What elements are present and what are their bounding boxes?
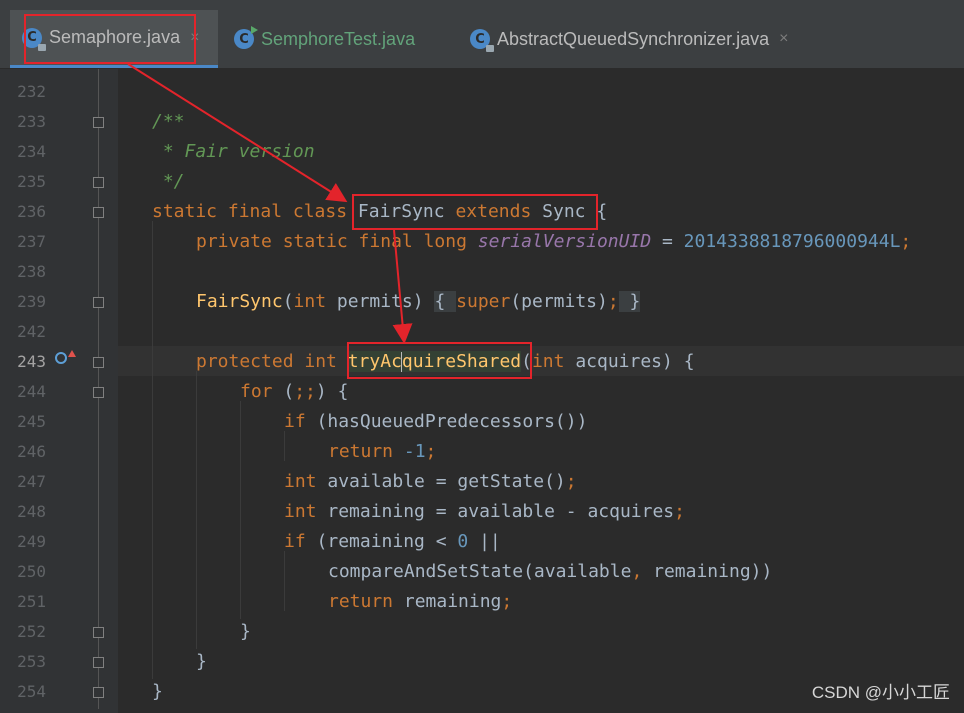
fold-expand-icon[interactable]: [93, 297, 104, 308]
watermark-text: CSDN @小小工匠: [811, 683, 950, 702]
indent-guide: [284, 551, 285, 611]
fold-end-icon[interactable]: [93, 627, 104, 638]
line-number: 247: [17, 472, 46, 491]
line-number: 235: [17, 172, 46, 191]
line-number: 249: [17, 532, 46, 551]
line-number: 252: [17, 622, 46, 641]
code-line-250: compareAndSetState(available, remaining)…: [328, 561, 773, 582]
tab-label: AbstractQueuedSynchronizer.java: [497, 28, 770, 49]
indent-guide: [196, 371, 197, 649]
line-number: 236: [17, 202, 46, 221]
code-line-234: * Fair version: [152, 141, 315, 162]
fold-collapse-icon[interactable]: [93, 357, 104, 368]
annotation-box-fairsync-class: [352, 194, 598, 230]
code-editor[interactable]: 232 233 234 235 236 237 238 239 242 243 …: [0, 69, 964, 713]
line-number: 250: [17, 562, 46, 581]
indent-guide: [240, 401, 241, 619]
code-line-244: for (;;) {: [240, 381, 349, 402]
code-line-235: */: [152, 171, 185, 192]
class-file-icon: C: [470, 29, 494, 52]
code-line-237: private static final long serialVersionU…: [196, 231, 912, 252]
code-line-248: int remaining = available - acquires;: [284, 501, 685, 522]
line-number-current: 243: [17, 352, 46, 371]
test-class-icon: C: [234, 26, 258, 49]
code-line-254: }: [152, 681, 163, 702]
fold-collapse-icon[interactable]: [93, 387, 104, 398]
code-line-252: }: [240, 621, 251, 642]
fold-end-icon[interactable]: [93, 657, 104, 668]
code-line-245: if (hasQueuedPredecessors()): [284, 411, 588, 432]
annotation-box-semaphore-tab: [24, 14, 196, 64]
line-number: 244: [17, 382, 46, 401]
line-number: 232: [17, 82, 46, 101]
line-number: 242: [17, 322, 46, 341]
close-tab-icon[interactable]: ×: [779, 30, 788, 48]
fold-collapse-icon[interactable]: [93, 117, 104, 128]
code-line-253: }: [196, 651, 207, 672]
tab-semphoretest-java[interactable]: C SemphoreTest.java: [222, 10, 466, 68]
tab-abstractqueuedsynchronizer-java[interactable]: C AbstractQueuedSynchronizer.java ×: [458, 10, 832, 68]
code-line-249: if (remaining < 0 ||: [284, 531, 501, 552]
line-number: 251: [17, 592, 46, 611]
code-line-251: return remaining;: [328, 591, 513, 612]
line-number: 248: [17, 502, 46, 521]
overrides-method-icon[interactable]: [55, 352, 67, 364]
line-number: 234: [17, 142, 46, 161]
line-number: 237: [17, 232, 46, 251]
fold-end-icon[interactable]: [93, 177, 104, 188]
tab-label: SemphoreTest.java: [261, 28, 416, 49]
line-number: 253: [17, 652, 46, 671]
line-number: 254: [17, 682, 46, 701]
code-line-246: return -1;: [328, 441, 437, 462]
fold-collapse-icon[interactable]: [93, 207, 104, 218]
line-number: 238: [17, 262, 46, 281]
fold-end-icon[interactable]: [93, 687, 104, 698]
indent-guide: [152, 221, 153, 679]
annotation-box-tryacquireshared: [347, 342, 532, 379]
line-number: 233: [17, 112, 46, 131]
code-line-239: FairSync(int permits) { super(permits); …: [196, 291, 641, 312]
code-line-247: int available = getState();: [284, 471, 577, 492]
indent-guide: [284, 431, 285, 461]
line-number: 246: [17, 442, 46, 461]
line-number: 245: [17, 412, 46, 431]
go-to-super-arrow-icon[interactable]: [68, 350, 76, 357]
line-number: 239: [17, 292, 46, 311]
code-line-233: /**: [152, 111, 185, 132]
